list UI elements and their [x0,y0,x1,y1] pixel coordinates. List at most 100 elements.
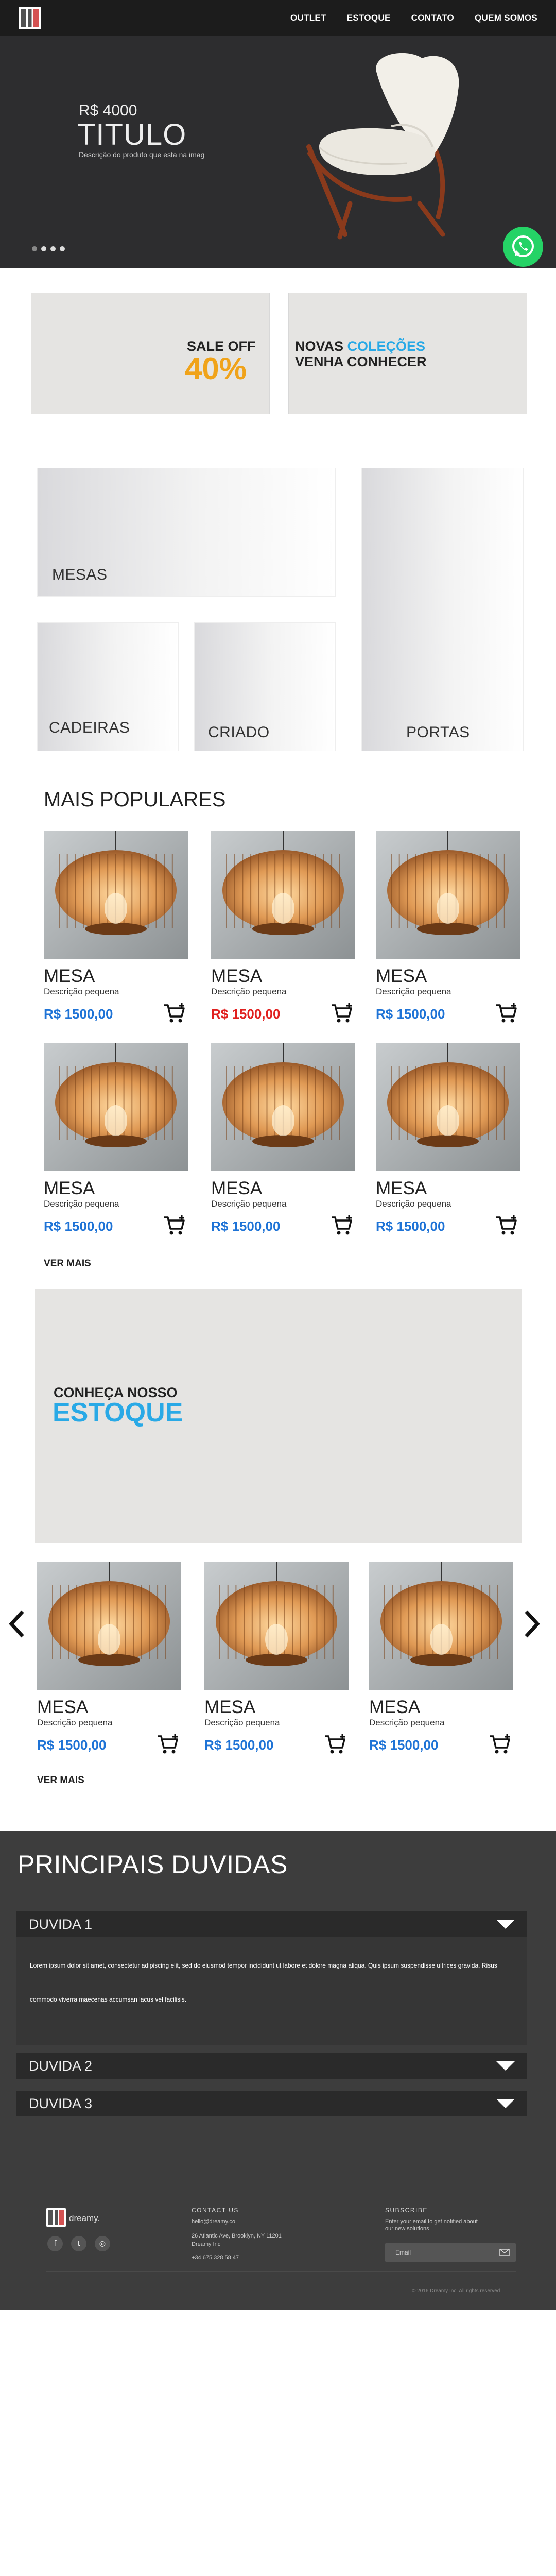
product-card[interactable]: MESA Descrição pequena R$ 1500,00 [376,831,520,1027]
product-description: Descrição pequena [44,1199,119,1209]
category-mesas[interactable]: MESAS [37,468,336,597]
hero-chair-image [306,53,459,240]
subscribe-text-line: our new solutions [385,2226,429,2232]
hero-price: R$ 4000 [79,102,137,119]
section-title-popular: MAIS POPULARES [44,788,226,811]
sale-off-banner[interactable]: SALE OFF 40% [31,293,270,414]
footer-logo[interactable] [46,2208,66,2227]
product-card[interactable]: MESA Descrição pequena R$ 1500,00 [37,1562,181,1758]
estoque-label: ESTOQUE [53,1398,183,1428]
product-description: Descrição pequena [204,1718,280,1727]
product-name: MESA [376,966,427,986]
product-description: Descrição pequena [376,987,451,996]
footer-brand: dreamy. [69,2213,100,2223]
new-collections-banner[interactable]: NOVAS COLEÇÕES VENHA CONHECER [288,293,527,414]
category-criado[interactable]: CRIADO [194,622,336,751]
nav-links: OUTLET ESTOQUE CONTATO QUEM SOMOS [290,0,537,36]
site-logo[interactable] [19,7,41,29]
cart-button[interactable] [157,1733,179,1756]
category-label: CRIADO [208,724,270,741]
category-label: CADEIRAS [49,719,130,736]
add-to-cart-icon[interactable] [495,1214,518,1237]
product-card[interactable]: MESA Descrição pequena R$ 1500,00 [44,1043,188,1239]
instagram-icon[interactable]: ◎ [95,2236,110,2251]
product-card[interactable]: MESA Descrição pequena R$ 1500,00 [376,1043,520,1239]
cart-button[interactable] [163,1214,186,1237]
cart-button[interactable] [331,1214,353,1237]
send-mail-icon[interactable] [499,2249,510,2256]
add-to-cart-icon[interactable] [163,1002,186,1025]
contact-address: 26 Atlantic Ave, Brooklyn, NY 11201 [192,2233,282,2239]
cart-button[interactable] [324,1733,346,1756]
copyright: © 2016 Dreamy Inc. All rights reserved [412,2288,500,2294]
lamp-product-image [37,1562,181,1690]
ver-mais-stock-link[interactable]: VER MAIS [37,1775,84,1786]
faq-item-1-header[interactable]: DUVIDA 1 [16,1911,527,1937]
cart-button[interactable] [489,1733,511,1756]
slider-dot[interactable] [60,246,65,251]
hero-title: TITULO [77,118,187,151]
slider-dots [32,246,65,251]
venha-conhecer-label: VENHA CONHECER [295,354,427,369]
product-description: Descrição pequena [44,987,119,996]
slider-dot[interactable] [50,246,56,251]
top-navbar: OUTLET ESTOQUE CONTATO QUEM SOMOS [0,0,556,36]
slider-dot[interactable] [32,246,37,251]
whatsapp-button[interactable] [503,227,543,267]
product-card[interactable]: MESA Descrição pequena R$ 1500,00 [204,1562,349,1758]
faq-heading: PRINCIPAIS DUVIDAS [18,1850,288,1879]
cart-button[interactable] [331,1002,353,1025]
nav-contato[interactable]: CONTATO [411,13,454,23]
category-label: MESAS [52,566,108,583]
product-description: Descrição pequena [211,987,287,996]
product-name: MESA [204,1697,256,1717]
product-price: R$ 1500,00 [204,1737,274,1753]
lamp-product-image [369,1562,513,1690]
product-description: Descrição pequena [211,1199,287,1209]
subscribe-email-field[interactable]: Email [385,2243,516,2262]
add-to-cart-icon[interactable] [324,1733,346,1756]
carousel-prev-arrow[interactable] [7,1608,28,1639]
product-price: R$ 1500,00 [44,1218,113,1234]
cart-button[interactable] [495,1002,518,1025]
add-to-cart-icon[interactable] [157,1733,179,1756]
twitter-icon[interactable]: t [71,2236,86,2251]
slider-dot[interactable] [41,246,46,251]
ver-mais-link[interactable]: VER MAIS [44,1258,91,1269]
product-price: R$ 1500,00 [44,1006,113,1022]
facebook-icon[interactable]: f [47,2236,63,2251]
product-card[interactable]: MESA Descrição pequena R$ 1500,00 [44,831,188,1027]
category-label: PORTAS [406,724,470,741]
add-to-cart-icon[interactable] [489,1733,511,1756]
product-card[interactable]: MESA Descrição pequena R$ 1500,00 [369,1562,513,1758]
add-to-cart-icon[interactable] [163,1214,186,1237]
product-price: R$ 1500,00 [376,1006,445,1022]
faq-item-3-header[interactable]: DUVIDA 3 [16,2091,527,2116]
lamp-product-image [44,1043,188,1171]
product-name: MESA [44,966,95,986]
stock-banner[interactable]: CONHEÇA NOSSO ESTOQUE [35,1289,522,1543]
product-description: Descrição pequena [369,1718,445,1727]
add-to-cart-icon[interactable] [495,1002,518,1025]
product-card[interactable]: MESA Descrição pequena R$ 1500,00 [211,1043,355,1239]
faq-item-2-header[interactable]: DUVIDA 2 [16,2053,527,2079]
subscribe-heading: SUBSCRIBE [385,2207,428,2214]
subscribe-text-line: Enter your email to get notified about [385,2218,478,2225]
category-cadeiras[interactable]: CADEIRAS [37,622,179,751]
carousel-next-arrow[interactable] [521,1608,542,1639]
cart-button[interactable] [163,1002,186,1025]
product-description: Descrição pequena [37,1718,113,1727]
email-placeholder: Email [395,2249,411,2256]
nav-estoque[interactable]: ESTOQUE [347,13,391,23]
product-card[interactable]: MESA Descrição pequena R$ 1500,00 [211,831,355,1027]
nav-quem-somos[interactable]: QUEM SOMOS [475,13,537,23]
contact-heading: CONTACT US [192,2207,239,2214]
add-to-cart-icon[interactable] [331,1002,353,1025]
faq-item-title: DUVIDA 3 [29,2095,93,2111]
product-name: MESA [37,1697,89,1717]
add-to-cart-icon[interactable] [331,1214,353,1237]
nav-outlet[interactable]: OUTLET [290,13,326,23]
category-portas[interactable]: PORTAS [361,468,524,751]
contact-email[interactable]: hello@dreamy.co [192,2218,235,2225]
cart-button[interactable] [495,1214,518,1237]
